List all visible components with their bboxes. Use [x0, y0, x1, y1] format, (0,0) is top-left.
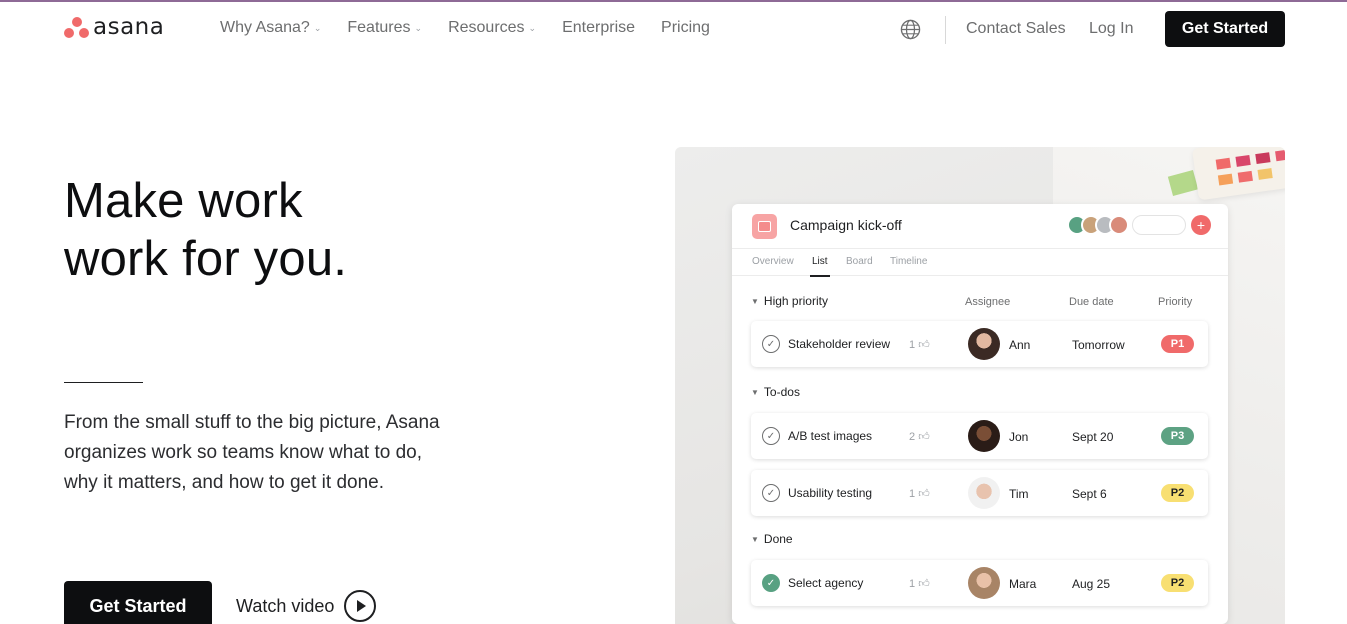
assignee-name: Jon: [1009, 430, 1029, 444]
tab-list[interactable]: List: [812, 256, 828, 267]
watch-video-label: Watch video: [236, 595, 335, 616]
hero-headline: Make work work for you.: [64, 172, 347, 288]
check-circle-icon[interactable]: ✓: [762, 427, 780, 445]
avatar: [968, 477, 1000, 509]
column-header-priority: Priority: [1158, 296, 1193, 308]
due-date: Sept 20: [1072, 430, 1114, 444]
section-done[interactable]: ▼ Done: [751, 532, 793, 546]
contact-sales-link[interactable]: Contact Sales: [966, 20, 1066, 38]
login-link[interactable]: Log In: [1089, 20, 1133, 38]
thumbs-up-icon: 👍︎: [918, 431, 930, 443]
nav-item-features[interactable]: Features ⌄: [347, 19, 422, 37]
like-count[interactable]: 1 👍︎: [909, 487, 930, 500]
nav-item-resources[interactable]: Resources ⌄: [448, 19, 536, 37]
task-row[interactable]: ✓ A/B test images 2 👍︎ Jon Sept 20 P3: [751, 413, 1208, 459]
check-circle-icon[interactable]: ✓: [762, 335, 780, 353]
nav-item-label: Features: [347, 19, 411, 36]
due-date: Aug 25: [1072, 577, 1111, 591]
task-name: A/B test images: [788, 429, 873, 443]
project-card: Campaign kick-off + Overview List Board …: [732, 204, 1228, 624]
thumbs-up-icon: 👍︎: [918, 578, 930, 590]
top-navigation: asana Why Asana? ⌄ Features ⌄ Resources …: [0, 2, 1347, 56]
project-members[interactable]: [1067, 215, 1129, 235]
chevron-down-icon: ⌄: [313, 22, 322, 33]
hero-divider: [64, 382, 143, 383]
avatar: [968, 567, 1000, 599]
nav-divider: [945, 16, 946, 44]
assignee-name: Tim: [1009, 487, 1029, 501]
due-date: Tomorrow: [1072, 338, 1125, 352]
project-title: Campaign kick-off: [790, 217, 902, 233]
add-member-button[interactable]: +: [1191, 215, 1211, 235]
assignee-name: Mara: [1009, 577, 1037, 591]
caret-down-icon: ▼: [751, 296, 759, 306]
headline-line-2: work for you.: [64, 232, 348, 286]
logo-wordmark: asana: [93, 14, 165, 40]
task-row[interactable]: ✓ Usability testing 1 👍︎ Tim Sept 6 P2: [751, 470, 1208, 516]
priority-badge: P3: [1161, 427, 1194, 445]
watch-video-button[interactable]: Watch video: [236, 590, 377, 622]
section-label: To-dos: [763, 385, 800, 399]
play-icon: [344, 590, 377, 622]
like-count[interactable]: 2 👍︎: [909, 430, 930, 443]
task-row[interactable]: ✓ Stakeholder review 1 👍︎ Ann Tomorrow P…: [751, 321, 1208, 367]
task-name: Stakeholder review: [788, 337, 891, 351]
nav-get-started-button[interactable]: Get Started: [1165, 11, 1285, 47]
nav-item-why-asana[interactable]: Why Asana? ⌄: [220, 19, 321, 37]
column-header-assignee: Assignee: [965, 296, 1011, 308]
avatar: [1109, 215, 1129, 235]
asana-logo[interactable]: asana: [64, 14, 165, 40]
check-circle-icon[interactable]: ✓: [762, 574, 780, 592]
priority-badge: P2: [1161, 574, 1194, 592]
hero-description: From the small stuff to the big picture,…: [64, 412, 440, 493]
task-name: Select agency: [788, 576, 864, 590]
task-name: Usability testing: [788, 486, 873, 500]
avatar: [968, 420, 1000, 452]
assignee-name: Ann: [1009, 338, 1031, 352]
section-high-priority[interactable]: ▼ High priority: [751, 294, 828, 308]
task-row[interactable]: ✓ Select agency 1 👍︎ Mara Aug 25 P2: [751, 560, 1208, 606]
like-count[interactable]: 1 👍︎: [909, 577, 930, 590]
priority-badge: P1: [1161, 335, 1194, 353]
tab-board[interactable]: Board: [846, 256, 873, 267]
project-icon: [752, 214, 777, 239]
section-to-dos[interactable]: ▼ To-dos: [751, 385, 800, 399]
globe-icon[interactable]: [900, 19, 921, 40]
thumbs-up-icon: 👍︎: [918, 339, 930, 351]
like-count[interactable]: 1 👍︎: [909, 338, 930, 351]
tab-timeline[interactable]: Timeline: [890, 256, 927, 267]
thumbs-up-icon: 👍︎: [918, 488, 930, 500]
caret-down-icon: ▼: [751, 387, 759, 397]
nav-links: Why Asana? ⌄ Features ⌄ Resources ⌄ Ente…: [220, 19, 736, 37]
priority-badge: P2: [1161, 484, 1194, 502]
caret-down-icon: ▼: [751, 534, 759, 544]
check-circle-icon[interactable]: ✓: [762, 484, 780, 502]
nav-item-label: Pricing: [661, 19, 710, 36]
nav-item-pricing[interactable]: Pricing: [661, 19, 710, 37]
nav-item-label: Why Asana?: [220, 19, 310, 36]
section-label: High priority: [763, 294, 828, 308]
asana-logo-icon: [64, 16, 90, 38]
hero-get-started-button[interactable]: Get Started: [64, 581, 212, 624]
share-button[interactable]: [1132, 215, 1186, 235]
nav-item-label: Resources: [448, 19, 525, 36]
section-label: Done: [763, 532, 793, 546]
due-date: Sept 6: [1072, 487, 1107, 501]
chevron-down-icon: ⌄: [528, 22, 537, 33]
nav-item-label: Enterprise: [562, 19, 636, 36]
project-tabs: Overview List Board Timeline: [732, 248, 1228, 277]
avatar: [968, 328, 1000, 360]
nav-item-enterprise[interactable]: Enterprise: [562, 19, 635, 37]
chevron-down-icon: ⌄: [414, 22, 423, 33]
active-tab-indicator: [810, 275, 830, 277]
headline-line-1: Make work: [64, 174, 303, 228]
tab-overview[interactable]: Overview: [752, 256, 794, 267]
column-header-due-date: Due date: [1069, 296, 1114, 308]
